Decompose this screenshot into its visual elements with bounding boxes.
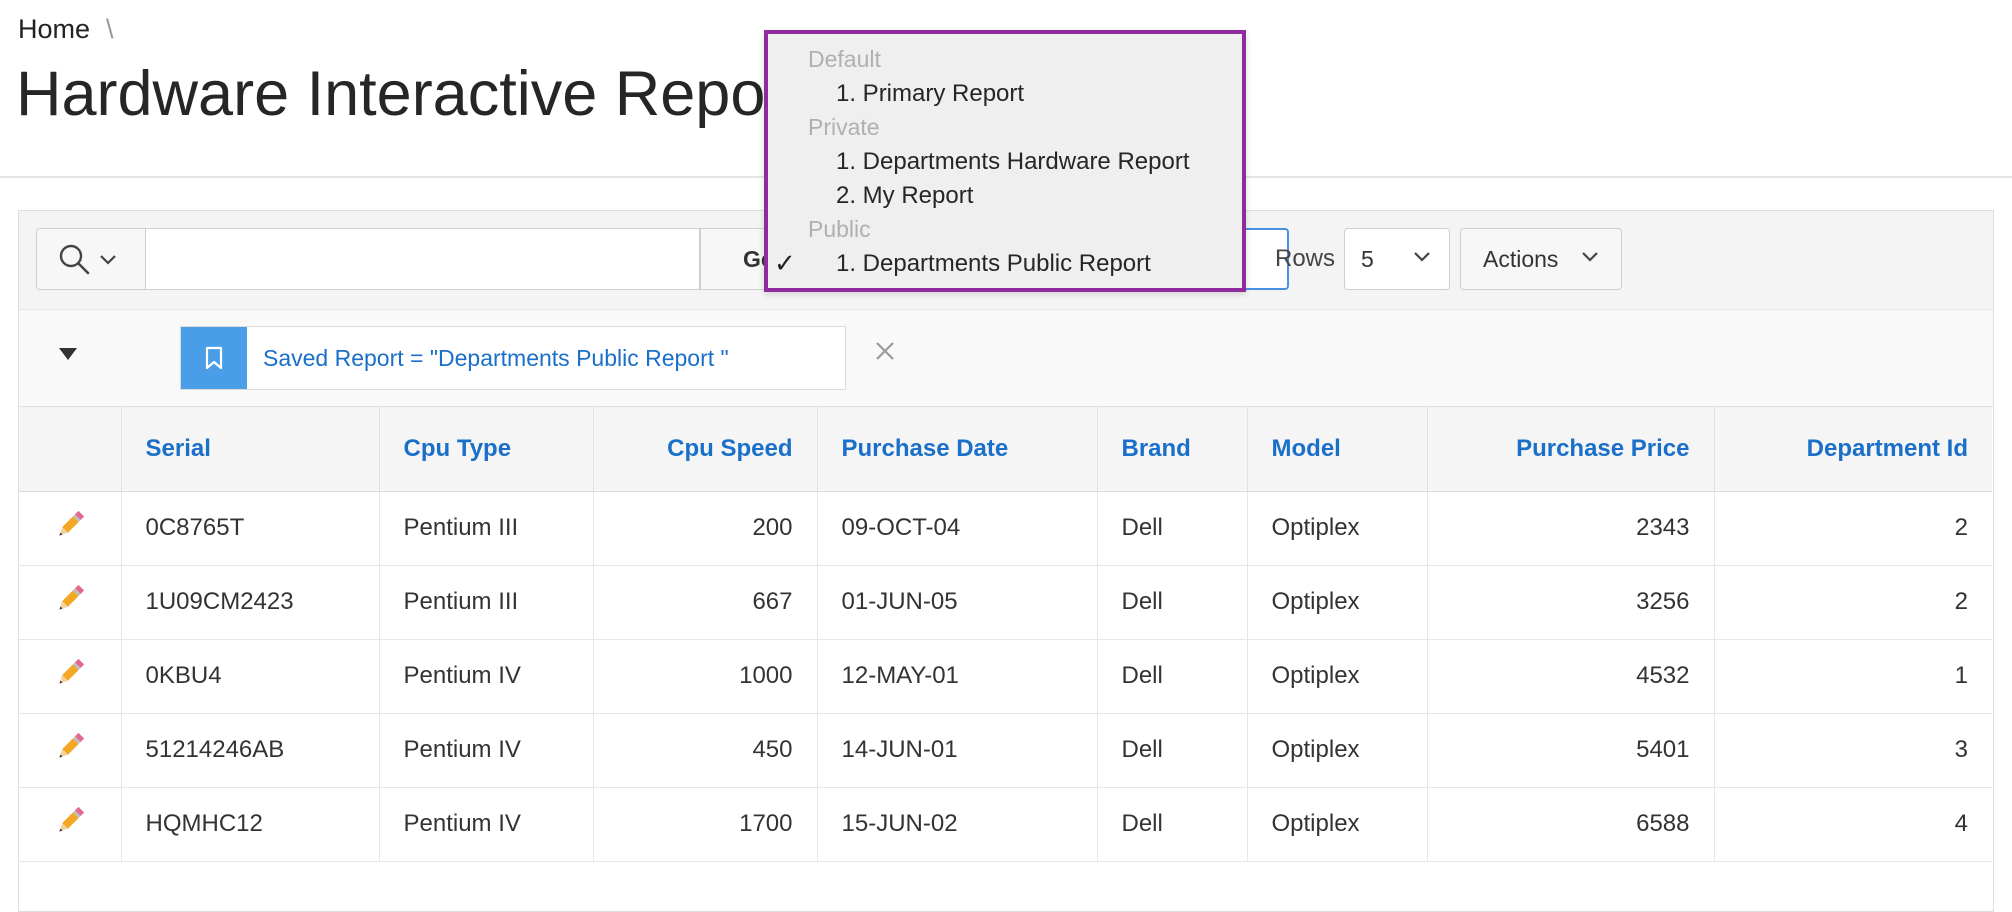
- column-header[interactable]: Purchase Price: [1427, 407, 1715, 492]
- report-option-selected[interactable]: 1. Departments Public Report: [836, 250, 1151, 278]
- bookmark-icon-box: [181, 327, 247, 389]
- pencil-icon: [53, 806, 87, 844]
- table-cell: 1U09CM2423: [121, 565, 380, 640]
- table-cell: 4532: [1427, 639, 1715, 714]
- table-cell: 01-JUN-05: [817, 565, 1098, 640]
- table-cell: Dell: [1097, 565, 1248, 640]
- table-cell: 15-JUN-02: [817, 787, 1098, 862]
- report-option[interactable]: 1. Departments Hardware Report: [836, 148, 1189, 176]
- rows-per-page-select[interactable]: 5: [1344, 228, 1450, 290]
- table-cell: 09-OCT-04: [817, 491, 1098, 566]
- table-cell: Dell: [1097, 491, 1248, 566]
- table-cell: 1700: [593, 787, 818, 862]
- saved-report-filter[interactable]: Saved Report = "Departments Public Repor…: [180, 326, 846, 390]
- table-row: 0KBU4 Pentium IV 1000 12-MAY-01 Dell Optiplex…: [19, 639, 1992, 714]
- pencil-icon: [53, 510, 87, 548]
- table-row: 1U09CM2423 Pentium III 667 01-JUN-05 Dell Opt…: [19, 565, 1992, 640]
- edit-row-link[interactable]: [19, 491, 122, 566]
- interactive-report-region: Go Rows 5 Actions Saved Report = "Depart…: [18, 210, 1994, 912]
- column-header[interactable]: Cpu Speed: [593, 407, 818, 492]
- report-option[interactable]: 2. My Report: [836, 182, 973, 210]
- table-cell: Pentium III: [379, 565, 594, 640]
- search-icon: [59, 244, 90, 275]
- page-title: Hardware Interactive Report: [16, 59, 804, 129]
- table-cell: 4: [1714, 787, 1992, 862]
- table-cell: 450: [593, 713, 818, 788]
- table-cell: Pentium III: [379, 491, 594, 566]
- table-cell: 667: [593, 565, 818, 640]
- search-columns-button[interactable]: [36, 228, 146, 290]
- checkmark-icon: ✓: [774, 248, 796, 278]
- table-cell: 2: [1714, 491, 1992, 566]
- rows-value: 5: [1361, 246, 1374, 272]
- table-cell: 3: [1714, 713, 1992, 788]
- option-group-label: Public: [808, 216, 871, 242]
- table-header-row: Serial Cpu Type Cpu Speed Purchase Date …: [19, 407, 1992, 492]
- table-cell: 3256: [1427, 565, 1715, 640]
- close-icon[interactable]: [874, 340, 896, 362]
- table-cell: 2: [1714, 565, 1992, 640]
- table-cell: 200: [593, 491, 818, 566]
- filter-bar: Saved Report = "Departments Public Repor…: [19, 309, 1993, 407]
- actions-menu-button[interactable]: Actions: [1460, 228, 1622, 290]
- saved-report-dropdown: Default 1. Primary Report Private 1. Dep…: [764, 30, 1246, 292]
- column-header[interactable]: Brand: [1097, 407, 1248, 492]
- collapse-toggle-icon[interactable]: [59, 348, 77, 360]
- table-row: 51214246AB Pentium IV 450 14-JUN-01 Dell Opti…: [19, 713, 1992, 788]
- column-header[interactable]: Model: [1247, 407, 1428, 492]
- chevron-down-icon: [1414, 252, 1430, 262]
- table-cell: Optiplex: [1247, 639, 1428, 714]
- table-cell: Dell: [1097, 713, 1248, 788]
- column-header[interactable]: Serial: [121, 407, 380, 492]
- column-header[interactable]: Cpu Type: [379, 407, 594, 492]
- table-cell: Pentium IV: [379, 787, 594, 862]
- report-option[interactable]: 1. Primary Report: [836, 80, 1024, 108]
- search-input[interactable]: [146, 228, 700, 290]
- table-cell: Optiplex: [1247, 713, 1428, 788]
- breadcrumb-home-link[interactable]: Home: [18, 14, 90, 44]
- filter-chip-text: Saved Report = "Departments Public Repor…: [263, 345, 729, 371]
- table-cell: Pentium IV: [379, 639, 594, 714]
- actions-label: Actions: [1483, 246, 1559, 272]
- option-group-label: Default: [808, 46, 881, 72]
- edit-row-link[interactable]: [19, 787, 122, 862]
- table-row: 0C8765T Pentium III 200 09-OCT-04 Dell Optipl…: [19, 491, 1992, 566]
- table-cell: Pentium IV: [379, 713, 594, 788]
- table-cell: HQMHC12: [121, 787, 380, 862]
- table-cell: Optiplex: [1247, 491, 1428, 566]
- table-row: HQMHC12 Pentium IV 1700 15-JUN-02 Dell Optipl…: [19, 787, 1992, 862]
- rows-label: Rows: [1275, 245, 1336, 272]
- breadcrumb-separator: \: [106, 14, 114, 44]
- pencil-icon: [53, 732, 87, 770]
- table-cell: 0KBU4: [121, 639, 380, 714]
- column-header[interactable]: Purchase Date: [817, 407, 1098, 492]
- table-cell: 2343: [1427, 491, 1715, 566]
- edit-column-header: [19, 407, 122, 492]
- table-cell: 5401: [1427, 713, 1715, 788]
- chevron-down-icon: [1582, 252, 1598, 262]
- bookmark-icon: [205, 346, 223, 370]
- table-cell: 1000: [593, 639, 818, 714]
- edit-row-link[interactable]: [19, 713, 122, 788]
- option-group-label: Private: [808, 114, 880, 140]
- table-cell: Optiplex: [1247, 787, 1428, 862]
- breadcrumb: Home \: [18, 14, 114, 45]
- table-cell: 14-JUN-01: [817, 713, 1098, 788]
- table-cell: Optiplex: [1247, 565, 1428, 640]
- column-header[interactable]: Department Id: [1714, 407, 1992, 492]
- table-cell: 1: [1714, 639, 1992, 714]
- chevron-down-icon: [100, 255, 116, 265]
- edit-row-link[interactable]: [19, 565, 122, 640]
- edit-row-link[interactable]: [19, 639, 122, 714]
- table-cell: 6588: [1427, 787, 1715, 862]
- pencil-icon: [53, 658, 87, 696]
- table-cell: Dell: [1097, 787, 1248, 862]
- report-table: Serial Cpu Type Cpu Speed Purchase Date …: [19, 407, 1992, 862]
- pencil-icon: [53, 584, 87, 622]
- table-cell: 0C8765T: [121, 491, 380, 566]
- table-cell: 12-MAY-01: [817, 639, 1098, 714]
- table-cell: 51214246AB: [121, 713, 380, 788]
- table-cell: Dell: [1097, 639, 1248, 714]
